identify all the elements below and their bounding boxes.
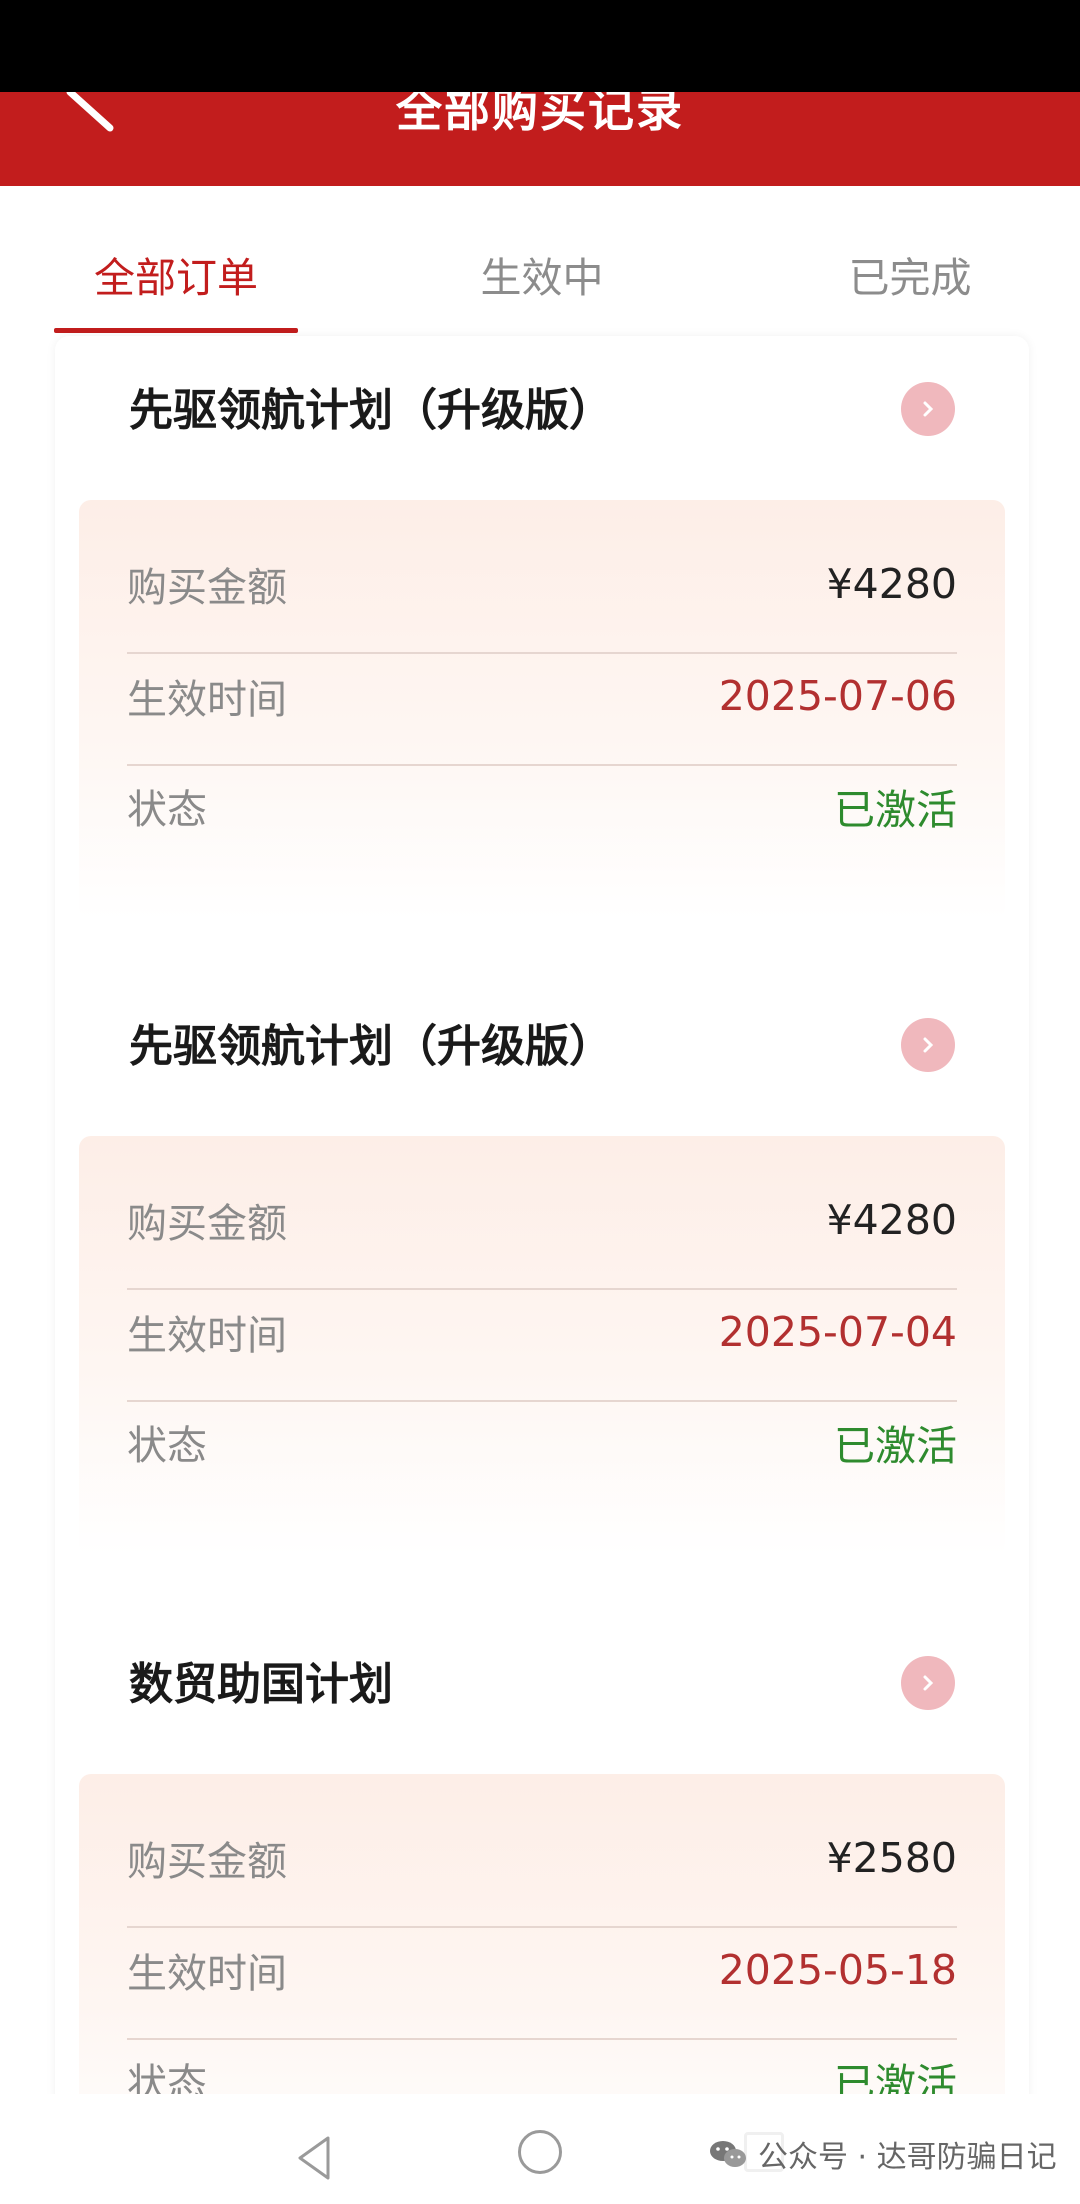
chevron-right-icon[interactable] xyxy=(901,382,955,436)
price-row: 购买金额 ¥4280 xyxy=(127,1164,957,1276)
order-details-panel: 购买金额 ¥4280 生效时间 2025-07-06 状态 已激活 xyxy=(79,500,1005,920)
status-label: 状态 xyxy=(127,1423,207,1469)
order-title: 先驱领航计划（升级版） xyxy=(129,1021,613,1072)
effective-date-row: 生效时间 2025-07-06 xyxy=(127,640,957,752)
status-value: 已激活 xyxy=(834,1422,957,1470)
order-tabs: 全部订单 生效中 已完成 xyxy=(0,186,1080,334)
effective-date-label: 生效时间 xyxy=(127,1951,287,1997)
price-row: 购买金额 ¥4280 xyxy=(127,528,957,640)
status-row: 状态 已激活 xyxy=(127,750,957,862)
order-title: 先驱领航计划（升级版） xyxy=(129,385,613,436)
nav-home-icon[interactable] xyxy=(518,2130,562,2174)
effective-date-value: 2025-07-06 xyxy=(718,672,957,720)
tab-active[interactable]: 生效中 xyxy=(420,244,664,304)
status-label: 状态 xyxy=(127,787,207,833)
effective-date-row: 生效时间 2025-07-04 xyxy=(127,1276,957,1388)
price-label: 购买金额 xyxy=(127,565,287,611)
app-header: 全部购买记录 xyxy=(0,92,1080,186)
status-row: 状态 已激活 xyxy=(127,1386,957,1498)
nav-back-icon[interactable] xyxy=(294,2134,334,2182)
page-title: 全部购买记录 xyxy=(396,92,684,137)
status-bar-area xyxy=(0,0,1080,92)
wechat-icon xyxy=(710,2141,746,2167)
effective-date-value: 2025-07-04 xyxy=(718,1308,957,1356)
tab-completed[interactable]: 已完成 xyxy=(788,244,1032,304)
watermark: 公众号 · 达哥防骗日记 xyxy=(702,2130,1063,2178)
effective-date-label: 生效时间 xyxy=(127,1313,287,1359)
effective-date-label: 生效时间 xyxy=(127,677,287,723)
status-value: 已激活 xyxy=(834,786,957,834)
price-value: ¥4280 xyxy=(826,1196,957,1244)
order-title: 数贸助国计划 xyxy=(129,1659,393,1710)
tab-all-orders[interactable]: 全部订单 xyxy=(54,244,298,304)
effective-date-value: 2025-05-18 xyxy=(718,1946,957,1994)
watermark-text: 公众号 · 达哥防骗日记 xyxy=(758,2140,1057,2175)
price-label: 购买金额 xyxy=(127,1201,287,1247)
price-label: 购买金额 xyxy=(127,1839,287,1885)
active-tab-indicator xyxy=(54,328,298,333)
chevron-right-icon[interactable] xyxy=(901,1018,955,1072)
price-value: ¥2580 xyxy=(826,1834,957,1882)
price-row: 购买金额 ¥2580 xyxy=(127,1802,957,1914)
order-details-panel: 购买金额 ¥4280 生效时间 2025-07-04 状态 已激活 xyxy=(79,1136,1005,1556)
chevron-right-icon[interactable] xyxy=(901,1656,955,1710)
system-nav-bar: 公众号 · 达哥防骗日记 xyxy=(0,2094,1080,2204)
orders-list: 先驱领航计划（升级版） 购买金额 ¥4280 生效时间 2025-07-06 状… xyxy=(55,336,1029,2204)
effective-date-row: 生效时间 2025-05-18 xyxy=(127,1914,957,2026)
price-value: ¥4280 xyxy=(826,560,957,608)
